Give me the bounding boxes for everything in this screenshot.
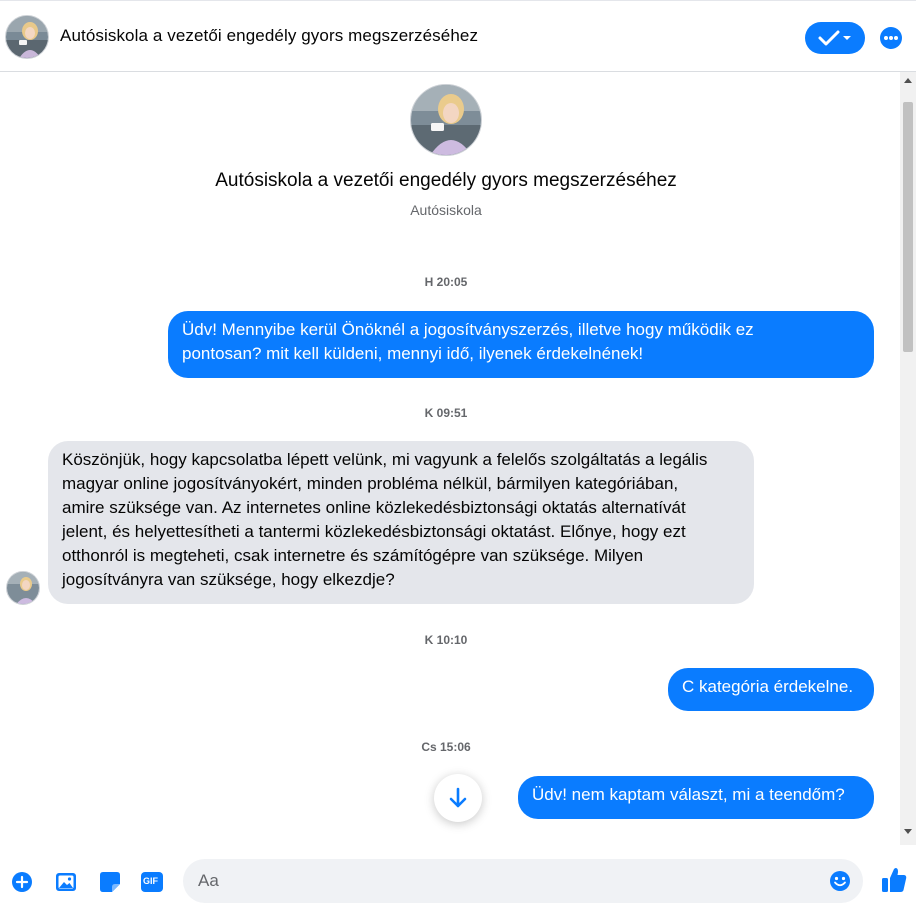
image-icon — [56, 873, 76, 891]
message-composer: GIF — [0, 845, 916, 915]
plus-icon — [12, 872, 32, 892]
scroll-to-bottom-button[interactable] — [434, 774, 482, 822]
sender-avatar[interactable] — [6, 571, 40, 605]
gif-button[interactable]: GIF — [140, 871, 163, 893]
outgoing-message[interactable]: Üdv! nem kaptam választ, mi a teendőm? — [518, 776, 874, 819]
scrollbar-thumb[interactable] — [903, 102, 913, 352]
emoji-icon — [830, 871, 850, 891]
profile-avatar[interactable] — [410, 84, 482, 156]
outgoing-message[interactable]: Üdv! Mennyibe kerül Önöknél a jogosítván… — [168, 311, 874, 378]
plus-button[interactable] — [11, 871, 33, 893]
timestamp: K 10:10 — [424, 633, 468, 647]
avatar[interactable] — [5, 15, 49, 59]
timestamp: H 20:05 — [424, 275, 468, 289]
more-options-button[interactable] — [880, 27, 902, 49]
timestamp: Cs 15:06 — [421, 740, 471, 754]
thread-scrollbar[interactable] — [900, 72, 916, 845]
like-button[interactable] — [880, 866, 908, 894]
message-input-box[interactable] — [183, 859, 863, 903]
profile-name: Autósiskola a vezetői engedély gyors meg… — [215, 170, 677, 191]
mark-done-button[interactable] — [805, 22, 865, 54]
check-icon — [818, 30, 851, 46]
outgoing-message[interactable]: C kategória érdekelne. — [668, 668, 874, 711]
timestamp: K 09:51 — [424, 406, 468, 420]
conversation-header: Autósiskola a vezetői engedély gyors meg… — [0, 0, 916, 72]
scroll-up-arrow[interactable] — [904, 78, 912, 83]
sticker-button[interactable] — [99, 871, 121, 893]
emoji-button[interactable] — [829, 870, 851, 892]
thumbs-up-icon — [882, 868, 907, 892]
attach-image-button[interactable] — [55, 871, 77, 893]
conversation-title: Autósiskola a vezetői engedély gyors meg… — [60, 26, 479, 45]
scroll-down-arrow[interactable] — [904, 829, 912, 834]
more-icon — [884, 36, 888, 40]
sticker-icon — [100, 872, 120, 892]
message-thread[interactable]: Autósiskola a vezetői engedély gyors meg… — [0, 72, 900, 845]
arrow-down-icon — [449, 787, 467, 808]
chevron-down-icon — [843, 36, 851, 40]
profile-category: Autósiskola — [410, 202, 482, 218]
incoming-message[interactable]: Köszönjük, hogy kapcsolatba lépett velün… — [48, 441, 754, 604]
message-input[interactable] — [198, 859, 818, 903]
